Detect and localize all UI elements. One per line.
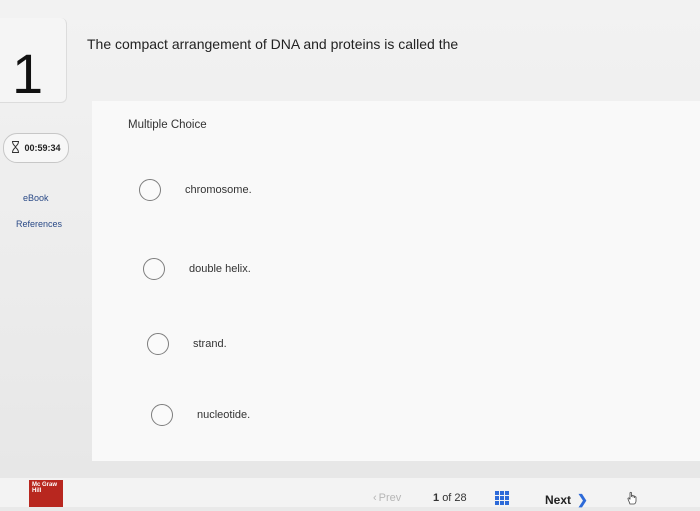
- page-indicator[interactable]: 1 of 28: [433, 492, 467, 504]
- next-label: Next: [545, 493, 572, 507]
- page: 1 The compact arrangement of DNA and pro…: [0, 0, 700, 507]
- question-number-box: 1: [0, 18, 67, 103]
- choice-row-4[interactable]: nucleotide.: [151, 404, 250, 426]
- radio-button[interactable]: [147, 333, 169, 355]
- question-number: 1: [12, 42, 44, 105]
- choice-label: strand.: [193, 338, 227, 350]
- hand-pointer-icon: [624, 490, 640, 506]
- choice-row-1[interactable]: chromosome.: [139, 179, 252, 201]
- question-text: The compact arrangement of DNA and prote…: [87, 36, 459, 52]
- prev-label: Prev: [378, 492, 402, 504]
- references-link[interactable]: References: [16, 219, 62, 229]
- choice-label: chromosome.: [185, 184, 252, 196]
- page-current: 1: [433, 492, 440, 504]
- choice-label: nucleotide.: [197, 409, 251, 421]
- chevron-right-icon: ❯: [577, 492, 588, 507]
- page-total: of 28: [442, 492, 467, 504]
- choice-label: double helix.: [189, 263, 251, 275]
- grid-icon[interactable]: [494, 490, 510, 506]
- chevron-left-icon: ‹: [373, 492, 377, 504]
- radio-button[interactable]: [139, 179, 161, 201]
- timer[interactable]: 00:59:34: [3, 133, 69, 163]
- prev-button[interactable]: ‹ Prev: [373, 492, 401, 504]
- hourglass-icon: [11, 141, 20, 155]
- question-type-label: Multiple Choice: [128, 119, 207, 131]
- ebook-link[interactable]: eBook: [23, 193, 49, 203]
- next-button[interactable]: Next ❯: [545, 492, 588, 508]
- radio-button[interactable]: [143, 258, 165, 280]
- publisher-logo: Mc Graw Hill: [29, 480, 63, 507]
- choice-row-3[interactable]: strand.: [147, 333, 227, 355]
- choice-row-2[interactable]: double helix.: [143, 258, 251, 280]
- radio-button[interactable]: [151, 404, 173, 426]
- footer-bar: [0, 478, 700, 507]
- timer-value: 00:59:34: [24, 143, 61, 153]
